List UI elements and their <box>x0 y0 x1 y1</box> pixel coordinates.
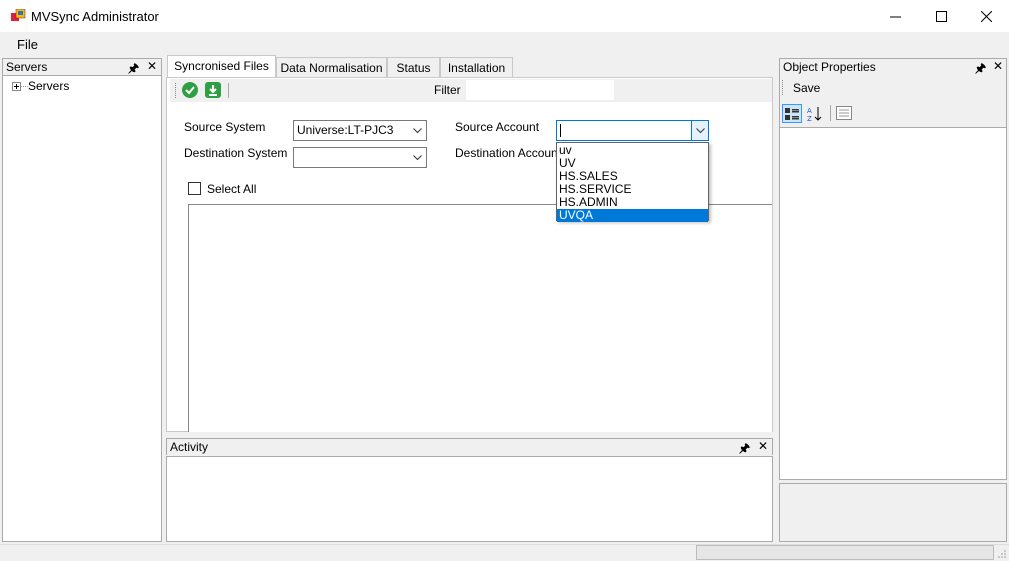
dropdown-option[interactable]: uv <box>557 144 708 157</box>
select-all-label: Select All <box>207 182 257 196</box>
property-pages-icon <box>836 106 852 120</box>
source-system-combo[interactable]: Universe:LT-PJC3 <box>293 120 427 141</box>
sort-az-icon: A Z <box>807 106 822 122</box>
source-account-label: Source Account <box>455 120 540 134</box>
window-title: MVSync Administrator <box>31 9 159 24</box>
download-icon <box>209 84 217 96</box>
activity-panel-title: Activity <box>170 440 209 454</box>
expand-icon[interactable] <box>12 82 21 91</box>
save-button[interactable]: Save <box>793 81 820 95</box>
text-caret <box>560 124 561 137</box>
toolbar-separator <box>830 105 831 121</box>
tab-status[interactable]: Status <box>387 57 440 77</box>
tab-data-normalisation[interactable]: Data Normalisation <box>276 57 387 77</box>
close-icon <box>980 10 992 22</box>
select-all-checkbox[interactable] <box>188 182 201 195</box>
close-button[interactable] <box>963 0 1009 32</box>
minimize-button[interactable] <box>872 0 918 32</box>
toolbar-separator <box>228 83 229 98</box>
toolbar-grip <box>782 80 784 95</box>
filter-label: Filter <box>434 83 461 97</box>
svg-text:A: A <box>807 107 812 115</box>
maximize-button[interactable] <box>918 0 964 32</box>
close-panel-icon[interactable]: ✕ <box>147 59 157 73</box>
categorized-button[interactable] <box>782 104 802 123</box>
minimize-icon <box>889 16 901 17</box>
property-grid[interactable] <box>779 127 1007 480</box>
close-panel-icon[interactable]: ✕ <box>993 59 1003 73</box>
property-description <box>779 483 1007 542</box>
servers-panel-body: Servers <box>2 75 162 542</box>
toolbar-grip <box>175 83 177 98</box>
tab-syncronised-files[interactable]: Syncronised Files <box>167 55 276 78</box>
filter-input[interactable] <box>466 80 614 100</box>
source-system-value: Universe:LT-PJC3 <box>297 123 394 137</box>
source-system-label: Source System <box>184 120 266 134</box>
tab-installation[interactable]: Installation <box>440 57 513 77</box>
check-icon <box>185 86 195 95</box>
menu-bar <box>0 32 1009 56</box>
servers-panel-header: Servers 🖈 ✕ <box>2 58 162 75</box>
app-icon <box>11 9 26 21</box>
menu-file[interactable]: File <box>17 37 38 52</box>
tree-node-servers[interactable]: Servers <box>28 79 69 93</box>
servers-panel-title: Servers <box>6 60 48 74</box>
property-pages-button[interactable] <box>836 106 852 121</box>
alphabetical-button[interactable]: A Z <box>805 104 825 123</box>
destination-account-label: Destination Account <box>455 146 562 160</box>
destination-system-label: Destination System <box>184 146 288 160</box>
chevron-down-icon[interactable] <box>409 148 426 167</box>
resize-grip-icon[interactable] <box>996 548 1007 559</box>
download-button[interactable] <box>205 82 221 98</box>
accept-button[interactable] <box>182 82 198 98</box>
source-account-combo[interactable] <box>556 120 709 141</box>
activity-panel-header: Activity 🖈 ✕ <box>166 438 773 455</box>
chevron-down-icon[interactable] <box>409 121 426 140</box>
dropdown-option-selected[interactable]: UVQA <box>557 209 708 222</box>
chevron-down-icon[interactable] <box>691 121 708 140</box>
activity-panel-body <box>166 456 773 542</box>
maximize-icon <box>935 10 947 22</box>
destination-system-combo[interactable] <box>293 147 427 168</box>
files-list[interactable] <box>188 204 772 432</box>
categorized-icon <box>785 107 799 120</box>
source-account-dropdown: uv UV HS.SALES HS.SERVICE HS.ADMIN UVQA <box>556 142 709 222</box>
properties-panel-header: Object Properties 🖈 ✕ <box>779 58 1007 75</box>
close-panel-icon[interactable]: ✕ <box>758 439 768 453</box>
properties-panel-title: Object Properties <box>783 60 876 74</box>
svg-text:Z: Z <box>807 115 812 122</box>
progress-bar <box>696 545 994 560</box>
